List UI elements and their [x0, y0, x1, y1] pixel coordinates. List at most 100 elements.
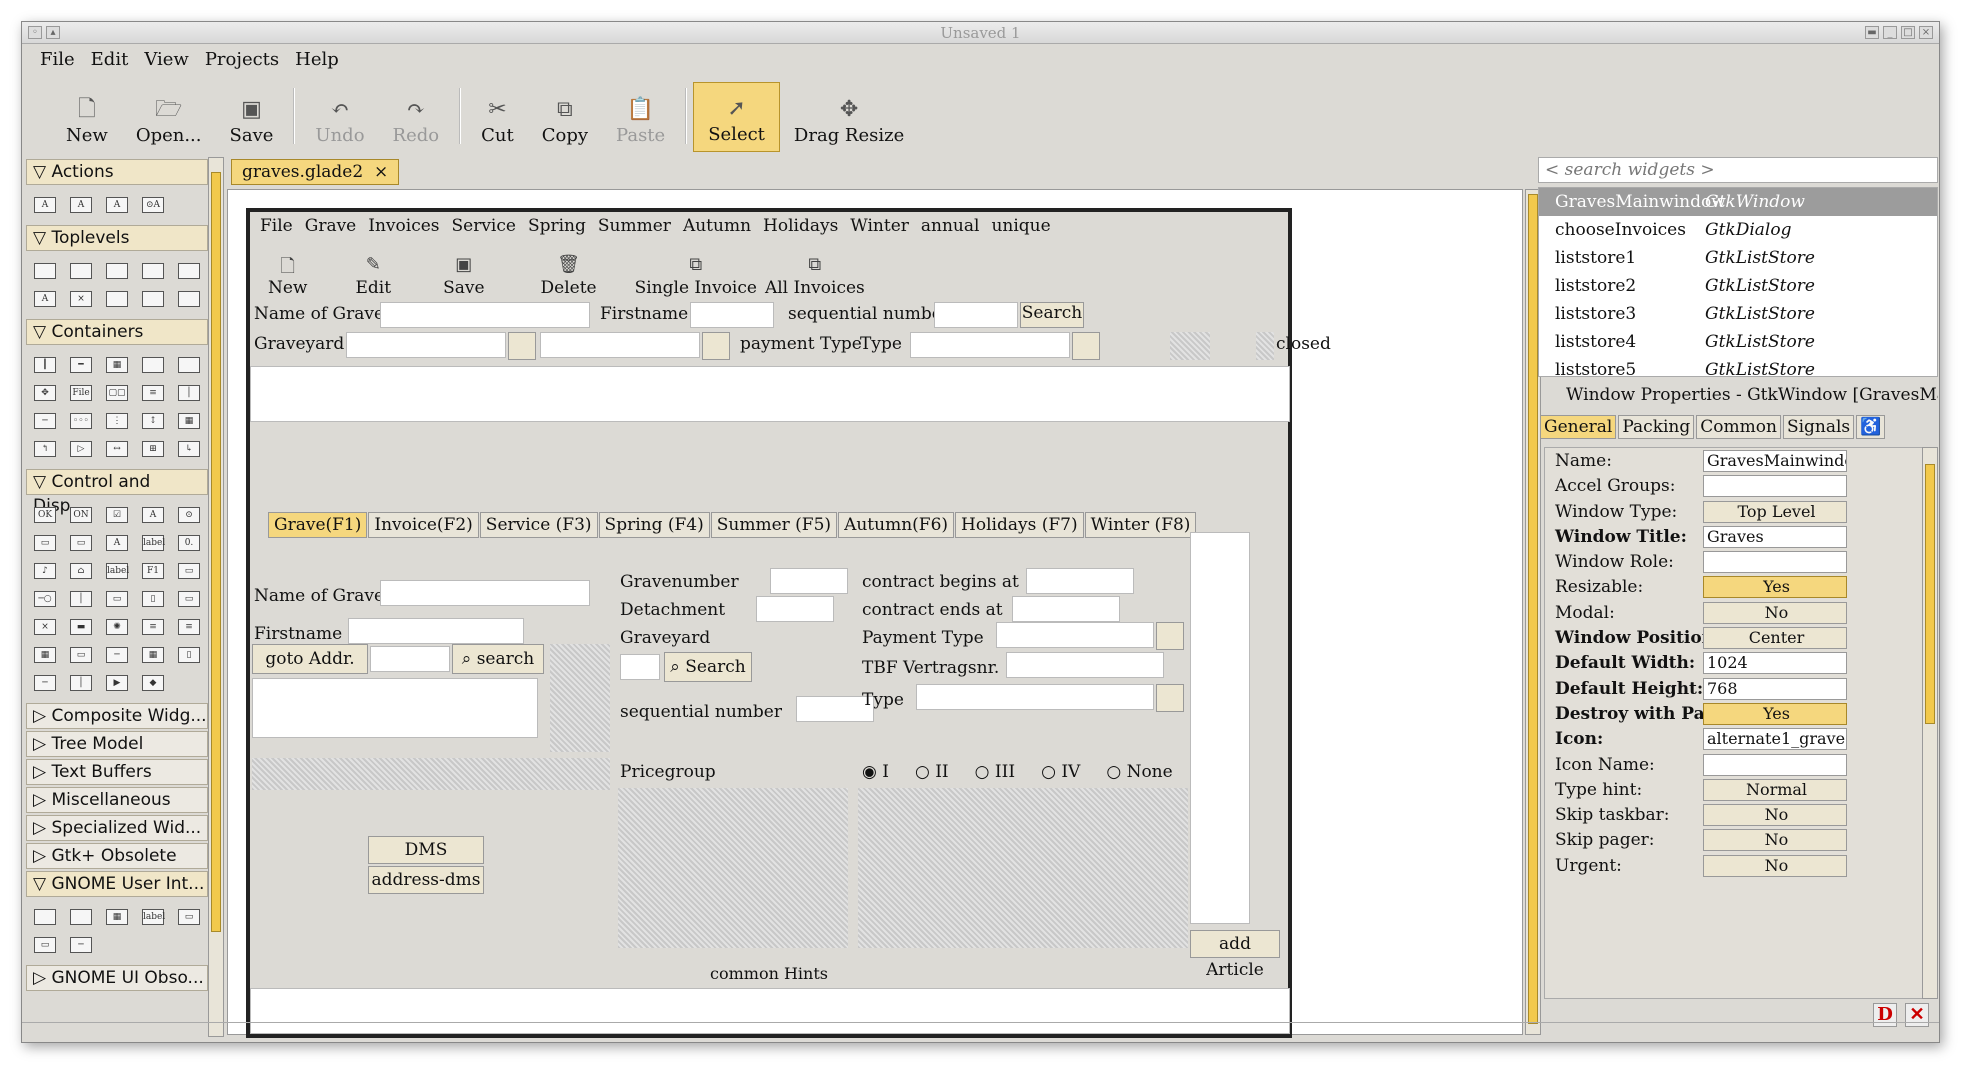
property-value[interactable]: 768	[1703, 677, 1847, 700]
new-button[interactable]: 🗋 New	[52, 82, 122, 152]
palette-widget-icon[interactable]: ✺	[104, 613, 130, 641]
tab-holidays[interactable]: Holidays (F7)	[955, 512, 1084, 538]
palette-widget-icon[interactable]: label	[104, 557, 130, 585]
palette-widget-icon[interactable]: ↰	[32, 435, 58, 463]
tab-general[interactable]: General	[1540, 415, 1617, 439]
radio-none[interactable]: ○ None	[1106, 762, 1172, 782]
palette-widget-icon[interactable]: ▦	[104, 351, 130, 379]
palette-widget-icon[interactable]: ↳	[176, 435, 202, 463]
tree-row[interactable]: liststore1 GtkListStore	[1539, 244, 1937, 272]
palette-widget-icon[interactable]: ×	[32, 613, 58, 641]
address-dms-button[interactable]: address-dms	[368, 866, 484, 894]
save-button[interactable]: ▣ Save	[216, 82, 288, 152]
graves-single-invoice-button[interactable]: ⧉ Single Invoice	[631, 254, 761, 298]
palette-widget-icon[interactable]: A	[32, 191, 58, 219]
tab-spring[interactable]: Spring (F4)	[598, 512, 710, 538]
radio-iv[interactable]: ○ IV	[1041, 762, 1080, 782]
palette-widget-icon[interactable]: ▯	[140, 585, 166, 613]
graves-menu-annual[interactable]: annual	[915, 212, 986, 240]
tab-packing[interactable]: Packing	[1618, 415, 1695, 439]
sequential-number-input[interactable]	[934, 302, 1018, 328]
property-value[interactable]: Graves	[1703, 525, 1847, 548]
palette-widget-icon[interactable]: ⋮	[104, 407, 130, 435]
graves-menu-spring[interactable]: Spring	[522, 212, 592, 240]
copy-button[interactable]: ⧉ Copy	[528, 82, 602, 152]
graves-edit-button[interactable]: ✎ Edit	[326, 254, 422, 298]
palette-widget-icon[interactable]: ─○	[32, 585, 58, 613]
search-small-button[interactable]: ⌕ search	[452, 644, 544, 674]
property-value[interactable]: Yes	[1703, 576, 1847, 599]
graves-menu-summer[interactable]: Summer	[592, 212, 677, 240]
contract-begins-input[interactable]	[1026, 568, 1134, 594]
close-icon[interactable]: ×	[1919, 26, 1933, 39]
graves-save-button[interactable]: ▣ Save	[421, 254, 506, 298]
property-value[interactable]: Top Level	[1703, 500, 1847, 523]
palette-widget-icon[interactable]: ─	[104, 641, 130, 669]
radio-iii[interactable]: ○ III	[975, 762, 1015, 782]
palette-widget-icon[interactable]: label	[140, 529, 166, 557]
article-list[interactable]	[1190, 532, 1250, 924]
palette-widget-icon[interactable]: A	[68, 191, 94, 219]
detachment-input[interactable]	[756, 596, 834, 622]
graves-menu-holidays[interactable]: Holidays	[757, 212, 844, 240]
firstname-input[interactable]	[690, 302, 774, 328]
palette-widget-icon[interactable]: ▭	[176, 557, 202, 585]
minimize-icon[interactable]: _	[1883, 26, 1897, 39]
pin-icon[interactable]: ▴	[46, 26, 60, 39]
closed-checkbox-label[interactable]: closed	[1276, 334, 1331, 354]
type-input[interactable]	[910, 332, 1070, 358]
property-value[interactable]	[1703, 551, 1847, 574]
palette-group-text-buffers[interactable]: ▷ Text Buffers	[26, 759, 208, 785]
palette-widget-icon[interactable]: ☑	[104, 501, 130, 529]
form-graveyard-input[interactable]	[620, 654, 660, 680]
palette-widget-icon[interactable]: ▦	[104, 903, 130, 931]
grave-list-view[interactable]	[250, 366, 1290, 422]
palette-widget-icon[interactable]	[140, 351, 166, 379]
form-type-dropdown[interactable]	[1156, 684, 1184, 712]
scrollbar-thumb[interactable]	[1528, 194, 1538, 1024]
palette-widget-icon[interactable]: F1	[140, 557, 166, 585]
palette-widget-icon[interactable]: 0.	[176, 529, 202, 557]
menu-projects[interactable]: Projects	[197, 46, 287, 74]
form-firstname-input[interactable]	[348, 618, 524, 644]
palette-widget-icon[interactable]: ─	[68, 931, 94, 959]
palette-widget-icon[interactable]	[68, 903, 94, 931]
name-of-grave-input[interactable]	[380, 302, 590, 328]
palette-widget-icon[interactable]: ▭	[176, 903, 202, 931]
tab-invoice[interactable]: Invoice(F2)	[368, 512, 479, 538]
tree-row[interactable]: chooseInvoices GtkDialog	[1539, 216, 1937, 244]
tab-service[interactable]: Service (F3)	[479, 512, 598, 538]
property-value[interactable]	[1703, 753, 1847, 776]
graveyard-input[interactable]	[346, 332, 506, 358]
radio-ii[interactable]: ○ II	[915, 762, 949, 782]
palette-group-actions[interactable]: ▽ Actions	[26, 159, 208, 185]
redo-button[interactable]: ↷ Redo	[379, 82, 454, 152]
tree-row[interactable]: liststore4 GtkListStore	[1539, 328, 1937, 356]
address-text-view[interactable]	[252, 678, 538, 738]
document-tab[interactable]: graves.glade2 ×	[231, 159, 400, 185]
palette-widget-icon[interactable]	[140, 285, 166, 313]
palette-widget-icon[interactable]	[32, 257, 58, 285]
palette-widget-icon[interactable]: ▭	[68, 641, 94, 669]
palette-widget-icon[interactable]: ≡	[140, 613, 166, 641]
form-type-input[interactable]	[916, 684, 1154, 710]
graves-window-preview[interactable]: File Grave Invoices Service Spring Summe…	[246, 208, 1331, 1038]
payment-type-dropdown[interactable]	[1156, 622, 1184, 650]
palette-widget-icon[interactable]	[140, 257, 166, 285]
palette-widget-icon[interactable]: ▭	[176, 585, 202, 613]
select-button[interactable]: ➚ Select	[693, 82, 780, 152]
dms-button[interactable]: DMS	[368, 836, 484, 864]
goto-addr-button[interactable]: goto Addr.	[252, 644, 368, 674]
palette-widget-icon[interactable]: A	[104, 529, 130, 557]
palette-widget-icon[interactable]: │	[68, 585, 94, 613]
palette-widget-icon[interactable]: A	[32, 285, 58, 313]
radio-i[interactable]: ◉ I	[862, 762, 889, 782]
tab-common[interactable]: Common	[1696, 415, 1781, 439]
tree-row[interactable]: GravesMainwindow GtkWindow	[1539, 188, 1937, 216]
property-value[interactable]: Center	[1703, 627, 1847, 650]
tab-summer[interactable]: Summer (F5)	[710, 512, 838, 538]
graves-menu-winter[interactable]: Winter	[844, 212, 915, 240]
palette-scrollbar[interactable]	[208, 157, 224, 1037]
graveyard-secondary-input[interactable]	[540, 332, 700, 358]
palette-group-tree-model[interactable]: ▷ Tree Model	[26, 731, 208, 757]
